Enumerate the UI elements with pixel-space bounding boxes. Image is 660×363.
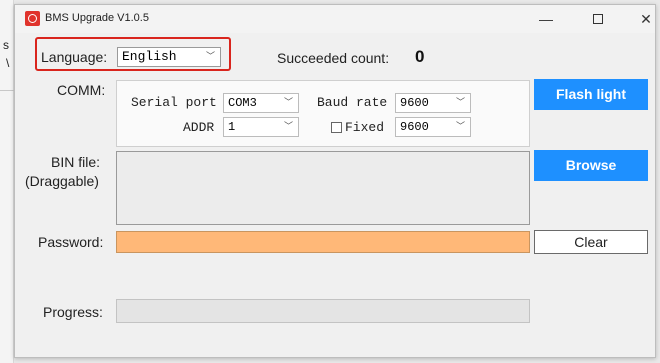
background-window-edge: s \ — [0, 0, 14, 363]
maximize-icon — [593, 14, 603, 24]
background-text: \ — [6, 56, 10, 70]
maximize-button[interactable] — [583, 9, 613, 29]
bms-upgrade-window: BMS Upgrade V1.0.5 — ✕ Language: English… — [14, 4, 656, 358]
title-bar[interactable]: BMS Upgrade V1.0.5 — ✕ — [15, 5, 655, 33]
password-label: Password: — [38, 234, 104, 250]
flash-light-button[interactable]: Flash light — [534, 79, 648, 110]
clear-button[interactable]: Clear — [534, 230, 648, 254]
password-input[interactable] — [116, 231, 530, 253]
progress-label: Progress: — [43, 304, 103, 320]
chevron-down-icon: ﹀ — [283, 122, 293, 132]
chevron-down-icon: ﹀ — [205, 52, 215, 62]
progress-bar — [116, 299, 530, 323]
succeeded-count-value: 0 — [415, 47, 425, 66]
bin-file-draggable-label: (Draggable) — [25, 173, 99, 189]
baud-rate-select[interactable]: 9600 ﹀ — [395, 93, 471, 113]
addr-label: ADDR — [183, 120, 215, 135]
language-select[interactable]: English ﹀ — [117, 47, 221, 67]
fixed-label: Fixed — [345, 120, 385, 135]
fixed-baud-value: 9600 — [400, 120, 429, 134]
close-button[interactable]: ✕ — [631, 9, 660, 29]
background-text: s — [3, 38, 9, 52]
serial-port-select[interactable]: COM3 ﹀ — [223, 93, 299, 113]
app-logo-icon — [25, 11, 40, 26]
minimize-button[interactable]: — — [531, 9, 561, 29]
baud-rate-value: 9600 — [400, 96, 429, 110]
comm-settings-panel: Serial port COM3 ﹀ Baud rate 9600 ﹀ ADDR… — [116, 80, 530, 147]
addr-value: 1 — [228, 120, 236, 134]
chevron-down-icon: ﹀ — [283, 98, 293, 108]
window-title: BMS Upgrade V1.0.5 — [45, 12, 149, 24]
bin-file-drop-area[interactable] — [116, 151, 530, 225]
bin-file-label: BIN file: — [51, 154, 101, 170]
language-label: Language: — [41, 49, 108, 65]
background-divider — [0, 90, 14, 91]
browse-button[interactable]: Browse — [534, 150, 648, 181]
succeeded-count-label: Succeeded count: — [277, 50, 390, 66]
chevron-down-icon: ﹀ — [455, 122, 465, 132]
baud-rate-label: Baud rate — [317, 95, 388, 110]
language-value: English — [122, 49, 177, 64]
addr-select[interactable]: 1 ﹀ — [223, 117, 299, 137]
comm-label: COMM: — [57, 82, 106, 98]
serial-port-value: COM3 — [228, 96, 257, 110]
serial-port-label: Serial port — [131, 95, 217, 110]
chevron-down-icon: ﹀ — [455, 98, 465, 108]
fixed-checkbox[interactable] — [331, 122, 342, 133]
fixed-baud-select[interactable]: 9600 ﹀ — [395, 117, 471, 137]
